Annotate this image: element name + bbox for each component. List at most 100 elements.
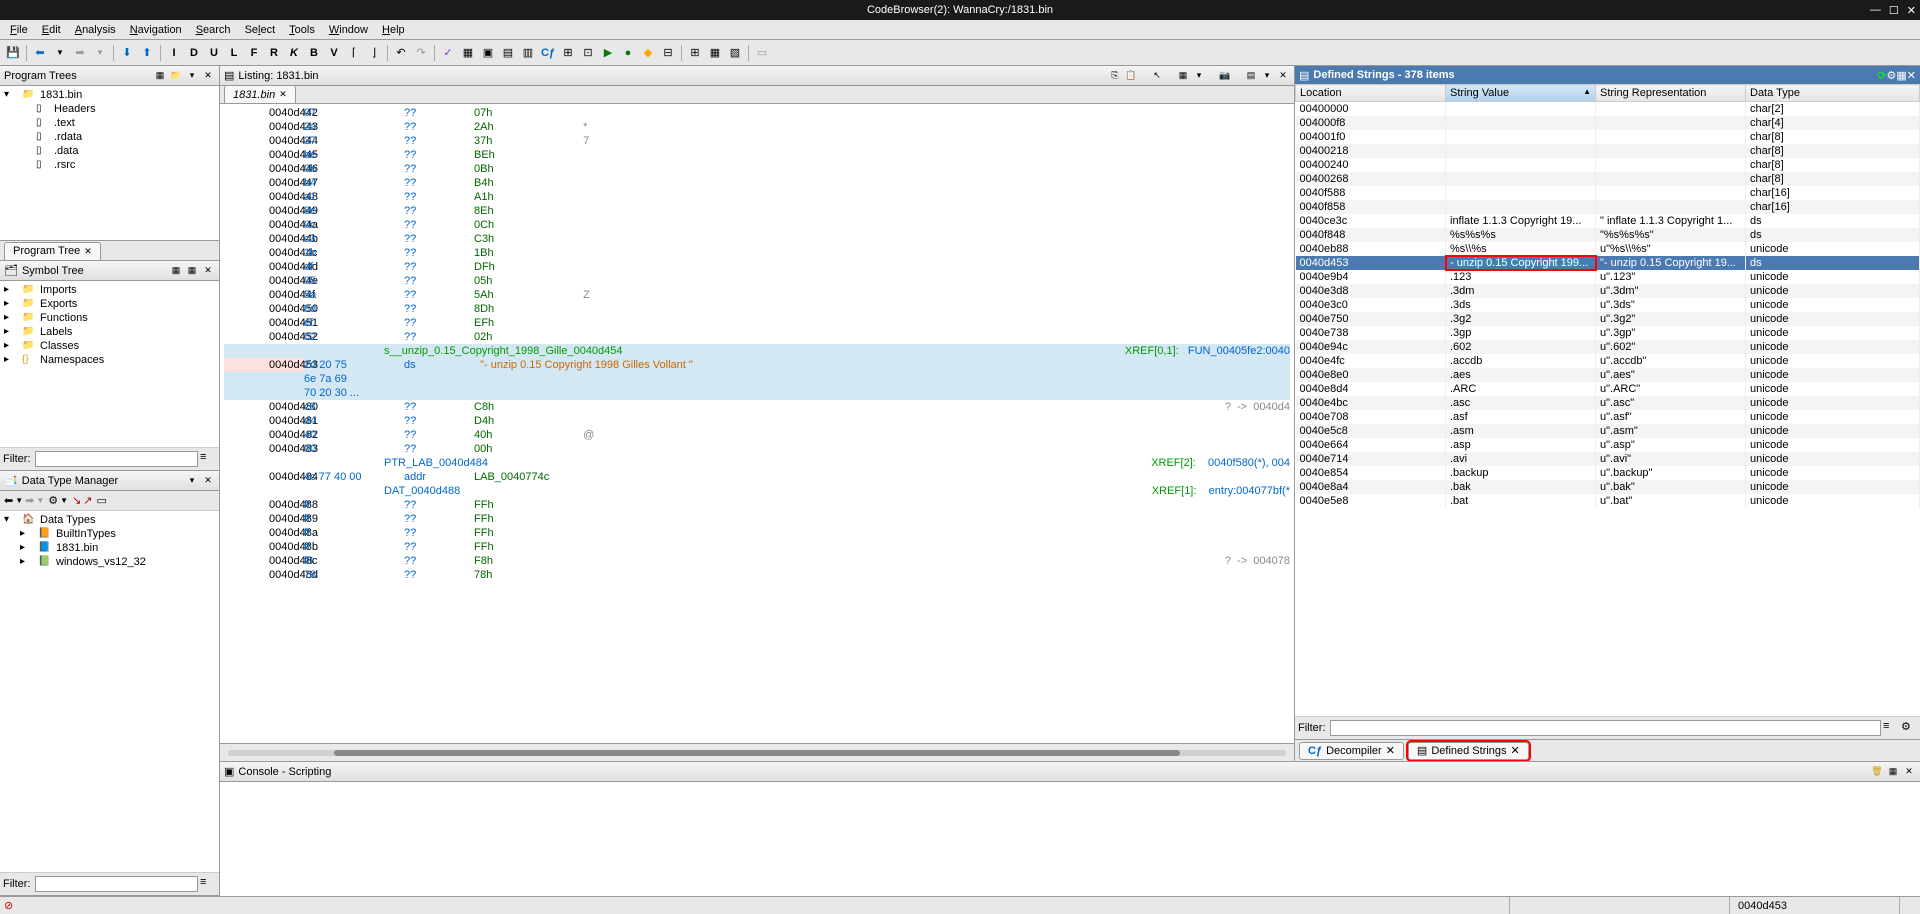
icon[interactable]: ⊡ bbox=[579, 44, 597, 62]
table-row[interactable]: 0040ce3cinflate 1.1.3 Copyright 19..." i… bbox=[1296, 214, 1920, 228]
cf-icon[interactable]: Cƒ bbox=[539, 44, 557, 62]
table-row[interactable]: 0040e94c.602u".602"unicode bbox=[1296, 340, 1920, 354]
filter-icon[interactable]: ≡ bbox=[200, 451, 216, 467]
tree-item[interactable]: ▯.rdata bbox=[2, 130, 217, 144]
table-row[interactable]: 0040e854.backupu".backup"unicode bbox=[1296, 466, 1920, 480]
tab-decompiler[interactable]: CƒDecompiler✕ bbox=[1299, 742, 1404, 760]
close-icon[interactable]: ✕ bbox=[1386, 744, 1395, 757]
table-row[interactable]: 0040e8a4.baku".bak"unicode bbox=[1296, 480, 1920, 494]
table-row[interactable]: 0040e5e8.batu".bat"unicode bbox=[1296, 494, 1920, 508]
table-row[interactable]: 0040f848%s%s%s"%s%s%s"ds bbox=[1296, 228, 1920, 242]
tree-item[interactable]: ▸📙BuiltInTypes bbox=[2, 527, 217, 541]
bracket-icon[interactable]: ⌋ bbox=[365, 44, 383, 62]
icon[interactable]: ▦ bbox=[169, 264, 183, 278]
icon[interactable]: ▦ bbox=[459, 44, 477, 62]
icon[interactable]: ⊞ bbox=[686, 44, 704, 62]
icon[interactable]: 🗑 bbox=[1870, 765, 1884, 779]
dtm-body[interactable]: ▾🏠Data Types ▸📙BuiltInTypes ▸📘1831.bin ▸… bbox=[0, 511, 219, 872]
check-icon[interactable]: ✓ bbox=[439, 44, 457, 62]
icon[interactable]: ↗ bbox=[83, 494, 92, 507]
letter-b-icon[interactable]: B bbox=[305, 44, 323, 62]
tree-item[interactable]: ▯.data bbox=[2, 144, 217, 158]
undo-icon[interactable]: ↶ bbox=[392, 44, 410, 62]
icon[interactable]: ▦ bbox=[706, 44, 724, 62]
table-row[interactable]: 004001f0char[8] bbox=[1296, 130, 1920, 144]
icon[interactable]: ▦ bbox=[185, 264, 199, 278]
menu-navigation[interactable]: Navigation bbox=[124, 22, 188, 38]
maximize-icon[interactable]: ☐ bbox=[1889, 4, 1899, 17]
icon[interactable]: ▥ bbox=[519, 44, 537, 62]
icon[interactable]: ▭ bbox=[97, 494, 107, 507]
forward-icon[interactable]: ➡ bbox=[71, 44, 89, 62]
menu-file[interactable]: File bbox=[4, 22, 34, 38]
table-row[interactable]: 0040e750.3g2u".3g2"unicode bbox=[1296, 312, 1920, 326]
play-icon[interactable]: ▶ bbox=[599, 44, 617, 62]
table-row[interactable]: 0040e5c8.asmu".asm"unicode bbox=[1296, 424, 1920, 438]
table-row[interactable]: 00400240char[8] bbox=[1296, 158, 1920, 172]
menu-edit[interactable]: Edit bbox=[36, 22, 67, 38]
icon[interactable]: ▧ bbox=[726, 44, 744, 62]
table-row[interactable]: 0040e8d4.ARCu".ARC"unicode bbox=[1296, 382, 1920, 396]
letter-i-icon[interactable]: I bbox=[165, 44, 183, 62]
dtm-filter-input[interactable] bbox=[35, 876, 199, 892]
symbol-tree-body[interactable]: ▸📁Imports ▸📁Exports ▸📁Functions ▸📁Labels… bbox=[0, 281, 219, 447]
table-row[interactable]: 0040e8e0.aesu".aes"unicode bbox=[1296, 368, 1920, 382]
folder-icon[interactable]: 📁 bbox=[169, 69, 183, 83]
icon[interactable]: ▦ bbox=[1896, 69, 1906, 82]
tree-item[interactable]: ▯Headers bbox=[2, 102, 217, 116]
table-row[interactable]: 0040e4bc.ascu".asc"unicode bbox=[1296, 396, 1920, 410]
close-icon[interactable]: ✕ bbox=[201, 264, 215, 278]
icon[interactable]: ⚙ bbox=[48, 494, 58, 507]
program-trees-body[interactable]: ▾📁1831.bin ▯Headers ▯.text ▯.rdata ▯.dat… bbox=[0, 86, 219, 240]
up-arrow-icon[interactable]: ⬆ bbox=[138, 44, 156, 62]
icon[interactable]: ▦ bbox=[153, 69, 167, 83]
tree-item-classes[interactable]: ▸📁Classes bbox=[2, 339, 217, 353]
dropdown-icon[interactable]: ▼ bbox=[91, 44, 109, 62]
col-data-type[interactable]: Data Type bbox=[1746, 85, 1920, 102]
strings-filter-input[interactable] bbox=[1330, 720, 1882, 736]
menu-tools[interactable]: Tools bbox=[283, 22, 321, 38]
filter-icon[interactable]: ≡ bbox=[1883, 720, 1899, 736]
tree-item-functions[interactable]: ▸📁Functions bbox=[2, 311, 217, 325]
menu-select[interactable]: Select bbox=[239, 22, 282, 38]
dropdown-icon[interactable]: ▾ bbox=[185, 69, 199, 83]
letter-d-icon[interactable]: D bbox=[185, 44, 203, 62]
listing-body[interactable]: 0040d44207??07h 0040d4432a??2Ah *0040d44… bbox=[220, 104, 1294, 743]
icon[interactable]: ⊟ bbox=[659, 44, 677, 62]
icon[interactable]: ▣ bbox=[479, 44, 497, 62]
table-row[interactable]: 00400000char[2] bbox=[1296, 102, 1920, 117]
letter-k-icon[interactable]: K bbox=[285, 44, 303, 62]
settings-icon[interactable]: ⚙ bbox=[1887, 69, 1897, 82]
table-row[interactable]: 0040f588char[16] bbox=[1296, 186, 1920, 200]
table-row[interactable]: 0040e3d8.3dmu".3dm"unicode bbox=[1296, 284, 1920, 298]
forward-icon[interactable]: ➡ bbox=[25, 494, 34, 507]
bracket-icon[interactable]: ⌈ bbox=[345, 44, 363, 62]
close-icon[interactable]: ✕ bbox=[1276, 69, 1290, 83]
tree-item[interactable]: ▯.text bbox=[2, 116, 217, 130]
cursor-icon[interactable]: ↖ bbox=[1150, 69, 1164, 83]
table-row[interactable]: 0040e9b4.123u".123"unicode bbox=[1296, 270, 1920, 284]
refresh-icon[interactable]: ⟳ bbox=[1877, 69, 1886, 82]
icon[interactable]: ▦ bbox=[1886, 765, 1900, 779]
close-icon[interactable]: ✕ bbox=[201, 69, 215, 83]
table-row[interactable]: 0040d453- unzip 0.15 Copyright 199..."- … bbox=[1296, 256, 1920, 270]
tree-item[interactable]: ▸📗windows_vs12_32 bbox=[2, 555, 217, 569]
listing-slider[interactable] bbox=[220, 743, 1294, 761]
tab-listing[interactable]: 1831.bin✕ bbox=[224, 85, 296, 103]
filter-icon[interactable]: ≡ bbox=[200, 876, 216, 892]
table-row[interactable]: 0040e4fc.accdbu".accdb"unicode bbox=[1296, 354, 1920, 368]
filter-icon[interactable]: ⚙ bbox=[1901, 720, 1917, 736]
table-row[interactable]: 0040eb88%s\\%su"%s\\%s"unicode bbox=[1296, 242, 1920, 256]
symbol-filter-input[interactable] bbox=[35, 451, 199, 467]
close-icon[interactable]: ✕ bbox=[84, 246, 92, 257]
menu-help[interactable]: Help bbox=[376, 22, 411, 38]
console-body[interactable] bbox=[220, 782, 1920, 896]
table-row[interactable]: 0040e738.3gpu".3gp"unicode bbox=[1296, 326, 1920, 340]
icon[interactable]: ▭ bbox=[753, 44, 771, 62]
redo-icon[interactable]: ↷ bbox=[412, 44, 430, 62]
down-arrow-icon[interactable]: ⬇ bbox=[118, 44, 136, 62]
letter-f-icon[interactable]: F bbox=[245, 44, 263, 62]
dropdown-icon[interactable]: ▾ bbox=[185, 474, 199, 488]
table-row[interactable]: 004000f8char[4] bbox=[1296, 116, 1920, 130]
tab-defined-strings[interactable]: ▤Defined Strings✕ bbox=[1408, 742, 1529, 760]
